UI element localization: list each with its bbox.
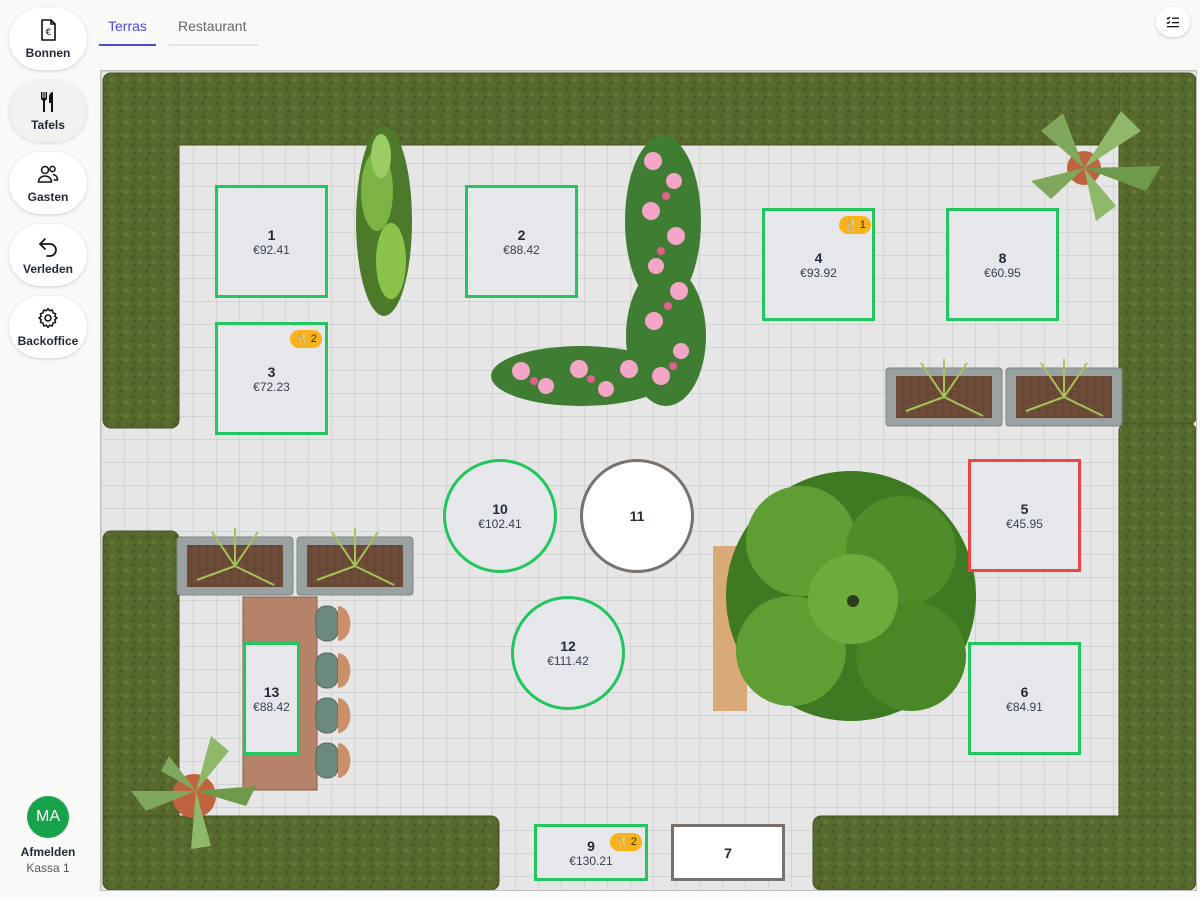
table-number: 5 bbox=[1020, 500, 1029, 517]
cutlery-icon: 🍴 bbox=[295, 333, 309, 346]
nav-tafels-label: Tafels bbox=[31, 118, 65, 132]
nav-bonnen-label: Bonnen bbox=[25, 46, 71, 60]
table-5[interactable]: 5 €45.95 bbox=[968, 459, 1081, 572]
planter-boxes-right bbox=[885, 359, 1123, 427]
cutlery-icon: 🍴 bbox=[844, 219, 858, 232]
tab-restaurant[interactable]: Restaurant bbox=[169, 16, 258, 46]
gear-icon bbox=[38, 307, 58, 329]
register-name: Kassa 1 bbox=[26, 861, 70, 875]
table-amount: €45.95 bbox=[1006, 516, 1043, 531]
table-6[interactable]: 6 €84.91 bbox=[968, 642, 1081, 755]
table-amount: €92.41 bbox=[253, 242, 290, 257]
nav-verleden-label: Verleden bbox=[22, 262, 74, 276]
table-amount: €60.95 bbox=[984, 265, 1021, 280]
table-amount: €111.42 bbox=[547, 654, 589, 668]
guest-count: 1 bbox=[859, 219, 866, 231]
guest-count-badge: 🍴 2 bbox=[610, 833, 642, 851]
table-number: 2 bbox=[517, 226, 526, 243]
table-number: 7 bbox=[724, 844, 732, 861]
guest-count-badge: 🍴 2 bbox=[290, 330, 322, 348]
guest-count-badge: 🍴 1 bbox=[839, 216, 871, 234]
table-12[interactable]: 12 €111.42 bbox=[511, 596, 625, 710]
user-avatar[interactable]: MA bbox=[27, 796, 69, 838]
table-11[interactable]: 11 bbox=[580, 459, 694, 573]
table-8[interactable]: 8 €60.95 bbox=[946, 208, 1059, 321]
undo-arrow-icon bbox=[39, 238, 57, 257]
guest-count: 2 bbox=[310, 333, 317, 345]
table-number: 4 bbox=[814, 249, 823, 266]
table-number: 6 bbox=[1020, 683, 1029, 700]
nav-gasten-button[interactable]: Gasten bbox=[9, 152, 87, 214]
table-1[interactable]: 1 €92.41 bbox=[215, 185, 328, 298]
list-view-icon bbox=[1166, 16, 1179, 28]
table-number: 11 bbox=[629, 508, 645, 524]
list-view-button[interactable] bbox=[1156, 7, 1190, 37]
table-amount: €93.92 bbox=[800, 265, 837, 280]
table-number: 1 bbox=[267, 226, 276, 243]
tree-canopy bbox=[713, 471, 976, 721]
table-7[interactable]: 7 bbox=[671, 824, 785, 881]
table-amount: €130.21 bbox=[569, 853, 613, 868]
table-13[interactable]: 13 €88.42 bbox=[243, 642, 300, 755]
cutlery-icon: 🍴 bbox=[615, 836, 629, 849]
table-amount: €88.42 bbox=[503, 242, 540, 257]
table-number: 3 bbox=[267, 363, 276, 380]
cutlery-icon bbox=[41, 92, 53, 112]
nav-gasten-label: Gasten bbox=[27, 190, 69, 204]
planter-boxes-left bbox=[176, 528, 414, 596]
table-number: 13 bbox=[263, 683, 280, 700]
nav-verleden-button[interactable]: Verleden bbox=[9, 224, 87, 286]
nav-backoffice-label: Backoffice bbox=[17, 334, 79, 348]
shrub-vertical bbox=[356, 126, 412, 316]
guest-count: 2 bbox=[630, 836, 637, 848]
table-2[interactable]: 2 €88.42 bbox=[465, 185, 578, 298]
table-number: 9 bbox=[587, 837, 595, 854]
svg-text:€: € bbox=[46, 28, 52, 38]
floor-plan: 1 €92.41 2 €88.42 3 €72.23 🍴 2 4 €93.92 🍴… bbox=[100, 70, 1197, 891]
table-amount: €84.91 bbox=[1006, 699, 1043, 714]
nav-tafels-button[interactable]: Tafels bbox=[9, 80, 87, 142]
nav-backoffice-button[interactable]: Backoffice bbox=[9, 296, 87, 358]
table-amount: €102.41 bbox=[478, 517, 522, 531]
receipt-euro-icon: € bbox=[41, 19, 56, 41]
logout-link[interactable]: Afmelden bbox=[0, 845, 96, 859]
users-icon bbox=[37, 165, 59, 183]
tab-terras[interactable]: Terras bbox=[99, 16, 156, 46]
table-10[interactable]: 10 €102.41 bbox=[443, 459, 557, 573]
nav-bonnen-button[interactable]: € Bonnen bbox=[9, 8, 87, 70]
table-amount: €72.23 bbox=[253, 379, 290, 394]
table-number: 12 bbox=[560, 638, 576, 654]
table-amount: €88.42 bbox=[253, 699, 290, 714]
sidebar: € Bonnen Tafels Gasten Verleden Backoffi… bbox=[0, 0, 96, 900]
table-number: 10 bbox=[492, 501, 508, 517]
table-number: 8 bbox=[998, 249, 1007, 266]
